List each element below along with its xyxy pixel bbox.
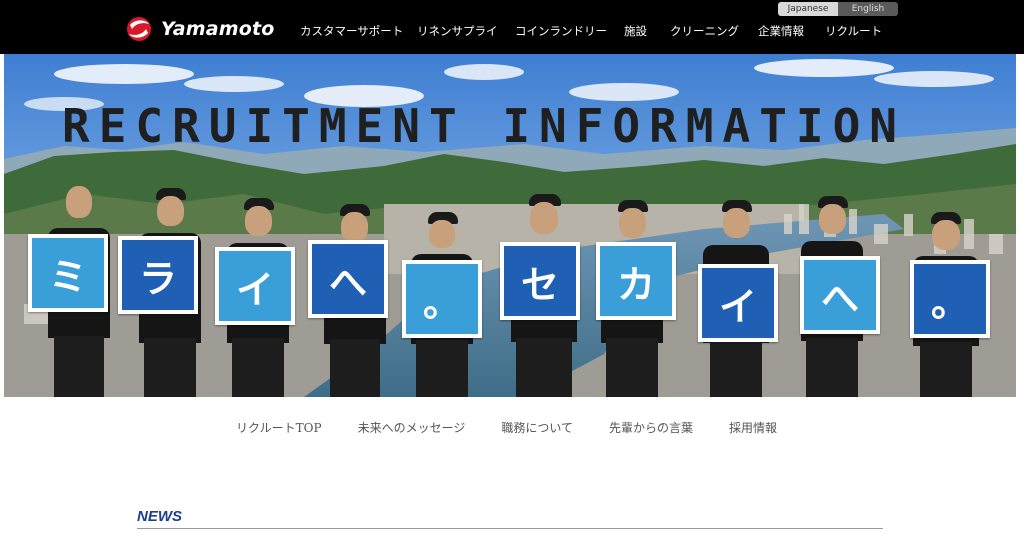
sign-character: イ bbox=[702, 268, 774, 338]
nav-customer-support[interactable]: カスタマーサポート bbox=[300, 20, 417, 42]
sign-card: セ bbox=[500, 242, 580, 320]
news-divider bbox=[137, 528, 883, 529]
sign-card: ミ bbox=[28, 234, 108, 312]
sign-card: イ bbox=[698, 264, 778, 342]
sign-card: イ bbox=[215, 247, 295, 325]
sign-character: へ bbox=[312, 244, 384, 314]
sign-character: イ bbox=[219, 251, 291, 321]
sign-character: ラ bbox=[122, 240, 194, 310]
nav-facilities[interactable]: 施設 bbox=[624, 20, 670, 42]
subnav-recruitment-info[interactable]: 採用情報 bbox=[729, 419, 777, 436]
sign-character: 。 bbox=[914, 264, 986, 334]
subnav-job-duties[interactable]: 職務について bbox=[501, 419, 573, 436]
subnav-recruit-top[interactable]: リクルートTOP bbox=[236, 419, 322, 436]
nav-coin-laundry[interactable]: コインランドリー bbox=[515, 20, 624, 42]
sign-character: ミ bbox=[32, 238, 104, 308]
sign-character: 。 bbox=[406, 264, 478, 334]
sign-character: セ bbox=[504, 246, 576, 316]
nav-linen-supply[interactable]: リネンサプライ bbox=[417, 20, 515, 42]
sign-card: へ bbox=[800, 256, 880, 334]
nav-cleaning[interactable]: クリーニング bbox=[670, 20, 758, 42]
news-heading: NEWS bbox=[137, 508, 182, 525]
yamamoto-logo-mark-icon bbox=[123, 16, 155, 42]
site-header: Yamamoto カスタマーサポート リネンサプライ コインランドリー 施設 ク… bbox=[0, 0, 1024, 54]
lang-japanese-button[interactable]: Japanese bbox=[778, 2, 838, 16]
lang-english-button[interactable]: English bbox=[838, 2, 898, 16]
recruit-subnav: リクルートTOP 未来へのメッセージ 職務について 先輩からの言葉 採用情報 bbox=[236, 419, 813, 436]
sign-card: 。 bbox=[910, 260, 990, 338]
yamamoto-logo[interactable]: Yamamoto bbox=[123, 16, 275, 42]
sign-card: 。 bbox=[402, 260, 482, 338]
sign-card: ラ bbox=[118, 236, 198, 314]
hero-banner: RECRUITMENT INFORMATION ミ ラ イ へ 。 セ カ イ … bbox=[4, 54, 1016, 397]
language-switcher: Japanese English bbox=[778, 2, 898, 16]
nav-recruit[interactable]: リクルート bbox=[825, 20, 885, 42]
staff-group: ミ ラ イ へ 。 セ カ イ へ 。 bbox=[4, 54, 1016, 397]
main-nav: カスタマーサポート リネンサプライ コインランドリー 施設 クリーニング 企業情… bbox=[300, 20, 885, 42]
sign-card: へ bbox=[308, 240, 388, 318]
logo-text: Yamamoto bbox=[161, 18, 275, 40]
subnav-message-to-future[interactable]: 未来へのメッセージ bbox=[358, 419, 466, 436]
nav-company-info[interactable]: 企業情報 bbox=[758, 20, 825, 42]
sign-character: カ bbox=[600, 246, 672, 316]
sign-character: へ bbox=[804, 260, 876, 330]
sign-card: カ bbox=[596, 242, 676, 320]
subnav-senior-voices[interactable]: 先輩からの言葉 bbox=[609, 419, 693, 436]
